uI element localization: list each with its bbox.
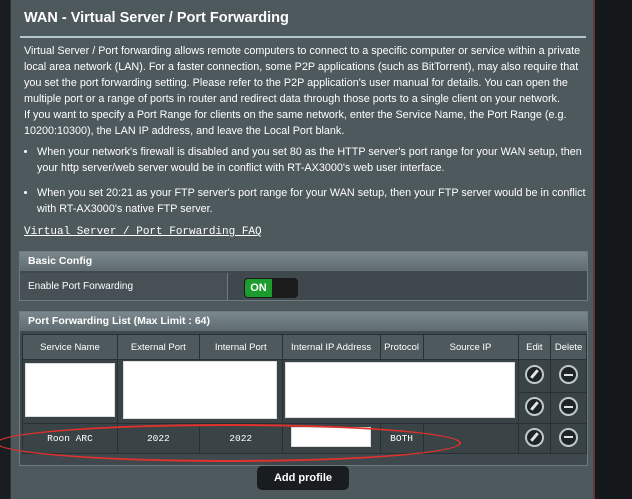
description: Virtual Server / Port forwarding allows … <box>24 43 589 226</box>
port-forwarding-table: Service Name External Port Internal Port… <box>22 334 587 454</box>
edit-cell <box>517 423 552 454</box>
redacted-block <box>291 427 372 447</box>
faq-link[interactable]: Virtual Server / Port Forwarding FAQ <box>24 226 262 238</box>
internal-port-cell: 2022 <box>198 423 283 454</box>
note-ftp: When you set 20:21 as your FTP server's … <box>37 185 589 217</box>
col-source-ip: Source IP <box>422 334 519 360</box>
redacted-block <box>285 362 516 418</box>
port-forwarding-list-header: Port Forwarding List (Max Limit : 64) <box>20 312 587 331</box>
description-paragraph-1: Virtual Server / Port forwarding allows … <box>24 45 581 105</box>
enable-port-forwarding-row: Enable Port Forwarding ON <box>20 273 587 300</box>
edit-icon[interactable] <box>524 365 544 385</box>
notes-list: When your network's firewall is disabled… <box>24 144 589 217</box>
ports-cell-redacted <box>116 359 283 424</box>
redacted-block <box>24 363 115 417</box>
page-title: WAN - Virtual Server / Port Forwarding <box>24 10 289 26</box>
table-row: Roon ARC 2022 2022 BOTH <box>22 423 587 454</box>
port-forwarding-list-section: Port Forwarding List (Max Limit : 64) Se… <box>19 311 588 466</box>
delete-icon[interactable] <box>559 365 579 385</box>
enable-label-cell: Enable Port Forwarding <box>20 273 228 300</box>
col-service-name: Service Name <box>22 334 118 360</box>
edit-cell <box>517 392 552 424</box>
note-http: When your network's firewall is disabled… <box>37 144 589 176</box>
edit-icon[interactable] <box>524 397 544 417</box>
main-panel: WAN - Virtual Server / Port Forwarding V… <box>11 0 593 499</box>
edit-icon[interactable] <box>524 427 544 447</box>
delete-icon[interactable] <box>559 397 579 417</box>
port-forwarding-toggle[interactable]: ON <box>244 278 298 298</box>
table-row <box>22 358 587 424</box>
col-edit: Edit <box>517 334 552 360</box>
col-protocol: Protocol <box>379 334 424 360</box>
basic-config-header: Basic Config <box>20 252 587 271</box>
edit-cell <box>517 358 552 394</box>
service-cell-redacted <box>22 359 118 424</box>
source-ip-cell <box>422 423 519 454</box>
col-internal-port: Internal Port <box>198 334 283 360</box>
delete-icon[interactable] <box>559 427 579 447</box>
right-edge <box>592 0 632 499</box>
protocol-cell: BOTH <box>379 423 424 454</box>
left-edge <box>0 0 10 499</box>
delete-cell <box>550 358 587 394</box>
external-port-cell: 2022 <box>116 423 200 454</box>
basic-config-section: Basic Config Enable Port Forwarding ON <box>19 251 588 301</box>
col-delete: Delete <box>550 334 587 360</box>
toggle-on-label: ON <box>245 279 272 297</box>
add-profile-button[interactable]: Add profile <box>257 466 349 490</box>
col-external-port: External Port <box>116 334 200 360</box>
delete-cell <box>550 392 587 424</box>
ip-cell-redacted <box>281 359 519 424</box>
redacted-block <box>122 361 277 419</box>
description-paragraph-2: If you want to specify a Port Range for … <box>24 109 567 137</box>
col-internal-ip: Internal IP Address <box>281 334 381 360</box>
internal-ip-cell <box>281 423 381 454</box>
enable-port-forwarding-label: Enable Port Forwarding <box>28 281 134 292</box>
title-divider <box>20 36 586 38</box>
delete-cell <box>550 423 587 454</box>
service-name-cell: Roon ARC <box>22 423 118 454</box>
table-header-row: Service Name External Port Internal Port… <box>22 334 587 360</box>
